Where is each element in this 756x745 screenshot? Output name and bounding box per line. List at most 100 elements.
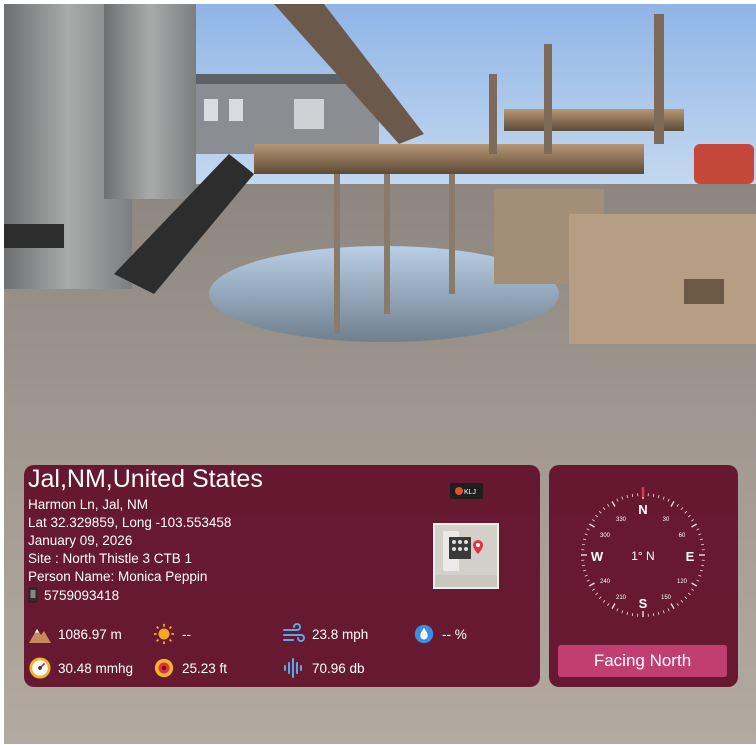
accuracy-value: 25.23 ft (182, 660, 228, 676)
compass-tick (607, 503, 610, 507)
compass-tick (631, 613, 634, 617)
compass-tick (595, 514, 599, 518)
compass-tick (583, 569, 587, 572)
compass-tick (698, 574, 702, 577)
altitude-value: 1086.97 m (58, 626, 122, 642)
compass-tick (680, 599, 684, 603)
compass-tick (626, 495, 629, 499)
compass-tick (595, 592, 599, 596)
compass-tick (701, 564, 705, 567)
degree-300: 300 (600, 533, 611, 539)
degree-150: 150 (661, 595, 672, 601)
compass-tick (699, 569, 703, 572)
target-icon (154, 658, 174, 678)
compass-tick (687, 514, 691, 518)
degree-60: 60 (679, 533, 686, 539)
compass-tick (680, 507, 684, 511)
location-title: Jal,NM,United States (28, 465, 263, 493)
compass-tick (670, 500, 675, 507)
compass-tick (631, 493, 634, 497)
compass-card: N E S W 330 30 60 120 150 210 240 300 1°… (549, 465, 738, 687)
cardinal-n: N (638, 502, 647, 517)
cardinal-w: W (591, 549, 604, 564)
compass-tick (584, 533, 588, 536)
compass-tick (670, 603, 675, 610)
compass-tick (662, 610, 665, 614)
compass-tick (684, 596, 688, 600)
compass-tick (626, 611, 629, 615)
compass-tick (687, 592, 691, 596)
site-text: Site : North Thistle 3 CTB 1 (28, 551, 193, 566)
phone-row: 5759093418 (28, 587, 119, 603)
compass-tick (598, 596, 602, 600)
compass-tick (652, 493, 655, 497)
compass-tick (691, 582, 698, 587)
logo-text: KLJ (464, 489, 476, 496)
compass-tick (621, 610, 624, 614)
compass-tick (696, 528, 700, 531)
noise-metric: 70.96 db (282, 657, 365, 679)
compass-tick (684, 510, 688, 514)
compass-tick (611, 500, 616, 507)
compass-tick (616, 498, 619, 502)
compass-tick (598, 510, 602, 514)
compass-tick (588, 523, 595, 528)
logo-icon: KLJ (455, 487, 476, 496)
compass-tick (591, 588, 595, 591)
altitude-metric: 1086.97 m (28, 623, 122, 645)
compass-tick (691, 523, 698, 528)
compass-tick (676, 503, 679, 507)
compass-tick (696, 579, 700, 582)
degree-120: 120 (677, 579, 688, 585)
phone-number: 5759093418 (44, 587, 120, 603)
compass-tick (583, 538, 587, 541)
map-icon (435, 525, 497, 587)
gauge-icon (29, 657, 51, 679)
degree-30: 30 (663, 517, 670, 523)
pressure-metric: 30.48 mmhg (28, 657, 133, 679)
compass-tick (591, 519, 595, 522)
compass-tick (657, 611, 660, 615)
compass-tick (652, 613, 655, 617)
weather-value: -- (182, 626, 191, 642)
compass-tick (602, 599, 606, 603)
person-text: Person Name: Monica Peppin (28, 569, 208, 584)
cardinal-e: E (686, 549, 695, 564)
compass-tick (691, 519, 695, 522)
map-thumbnail[interactable] (433, 523, 499, 589)
compass-tick (607, 603, 610, 607)
humidity-metric: -- % (412, 623, 467, 645)
sound-wave-icon (284, 658, 302, 678)
compass-tick (691, 588, 695, 591)
compass-tick (588, 582, 595, 587)
compass-tick (584, 574, 588, 577)
weather-metric: -- (152, 623, 191, 645)
noise-value: 70.96 db (312, 660, 365, 676)
compass-tick (621, 496, 624, 500)
phone-icon (28, 587, 38, 603)
degree-330: 330 (616, 517, 627, 523)
wind-value: 23.8 mph (312, 626, 369, 642)
compass-tick (586, 579, 590, 582)
heading-readout: 1° N (631, 549, 654, 563)
compass-tick (662, 496, 665, 500)
compass-tick (657, 495, 660, 499)
facing-direction-button[interactable]: Facing North (558, 645, 727, 677)
compass-tick (698, 533, 702, 536)
wind-icon (283, 623, 305, 642)
humidity-icon (414, 624, 434, 644)
compass-tick (611, 603, 616, 610)
pressure-value: 30.48 mmhg (58, 660, 134, 676)
humidity-value: -- % (442, 626, 467, 642)
coordinates-text: Lat 32.329859, Long -103.553458 (28, 515, 232, 530)
compass-tick (667, 608, 670, 612)
date-text: January 09, 2026 (28, 533, 133, 548)
compass-tick (602, 507, 606, 511)
compass-tick (676, 603, 679, 607)
compass-tick (667, 498, 670, 502)
company-logo: KLJ (450, 483, 483, 499)
compass-tick (701, 543, 705, 546)
location-info-card: Jal,NM,United States Harmon Ln, Jal, NM … (24, 465, 540, 687)
wind-metric: 23.8 mph (282, 623, 368, 645)
accuracy-metric: 25.23 ft (152, 657, 227, 679)
